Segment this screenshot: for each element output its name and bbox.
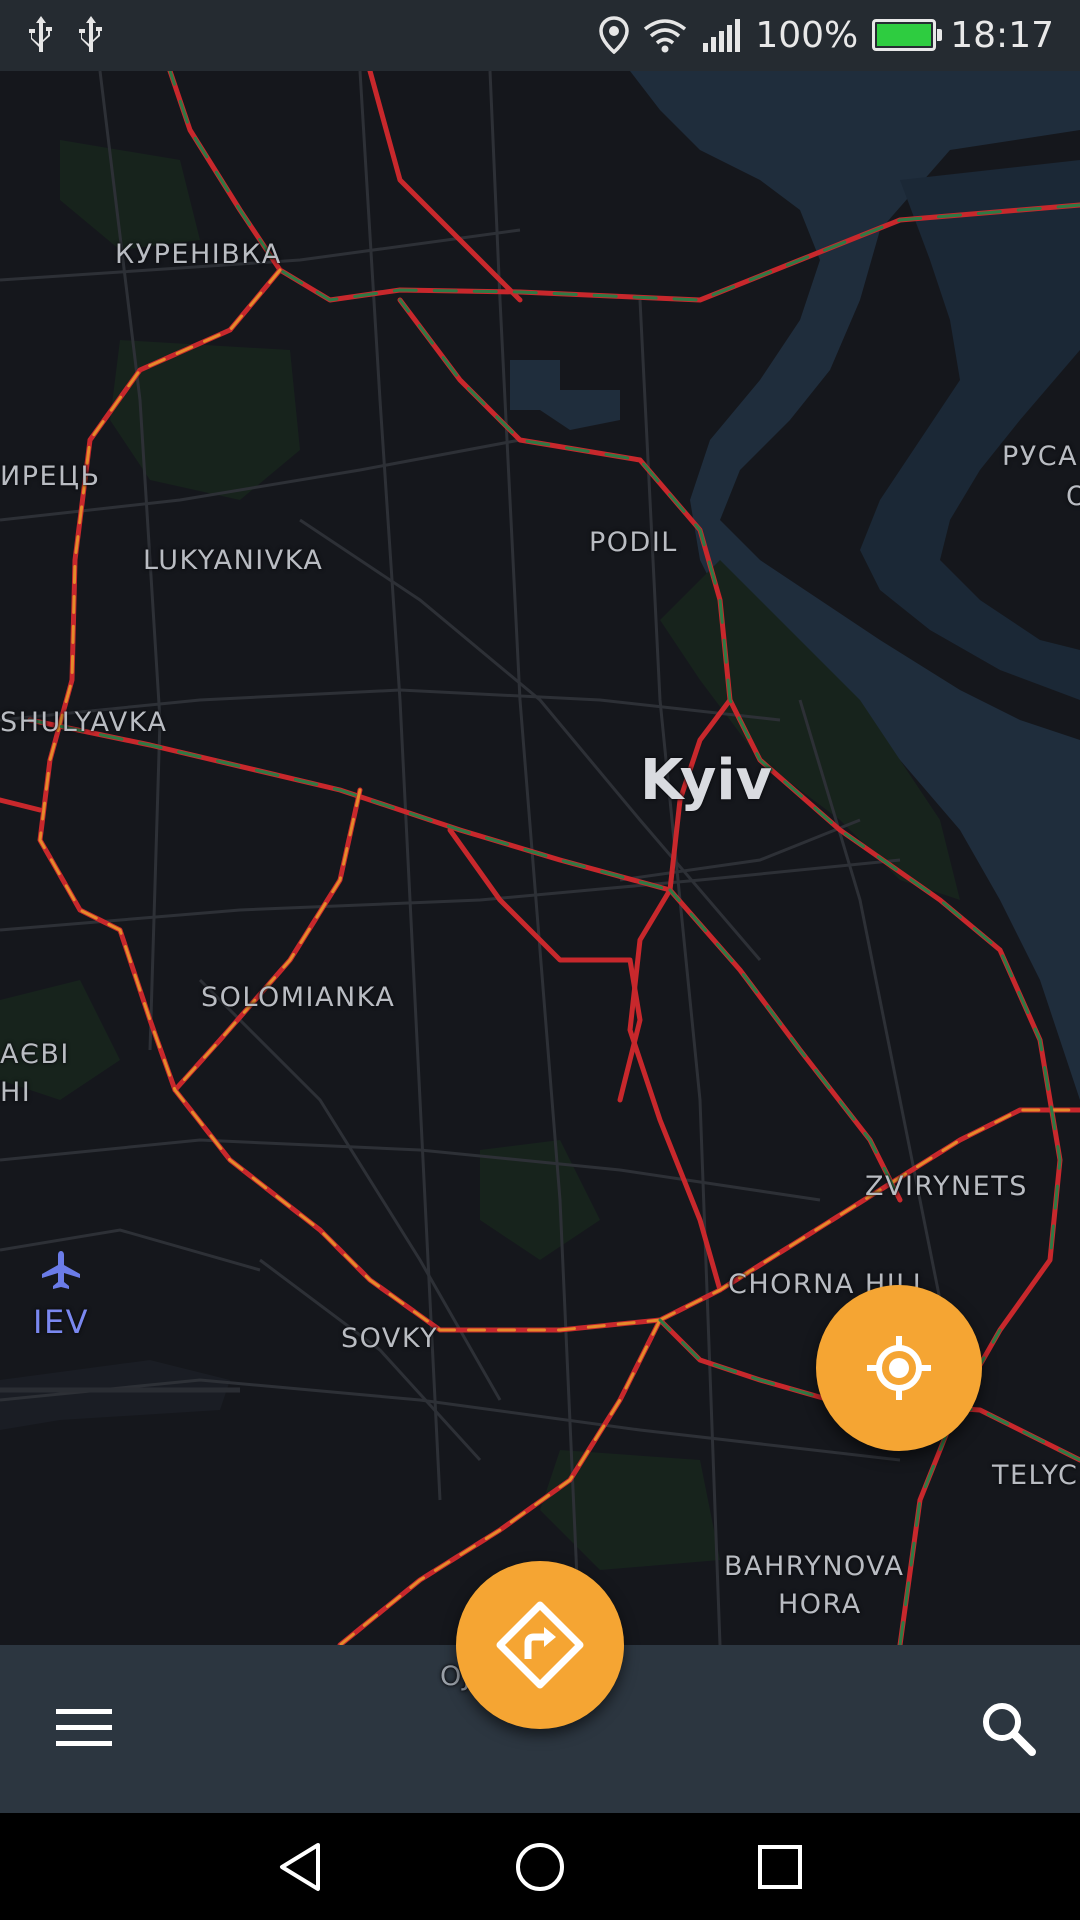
location-icon — [599, 16, 630, 54]
status-bar: 100% 18:17 — [0, 0, 1080, 71]
place-label: LUKYANIVKA — [143, 545, 324, 576]
place-label: SHULYAVKA — [0, 707, 168, 738]
usb-icon — [29, 16, 52, 52]
battery-icon — [872, 19, 943, 51]
route-sign-icon — [496, 1601, 584, 1689]
place-label: О — [1066, 481, 1080, 512]
hamburger-icon — [56, 1709, 112, 1746]
place-label: ZVIRYNETS — [865, 1171, 1028, 1202]
place-label: КУРЕНІВКА — [115, 239, 282, 270]
place-label: SOLOMIANKA — [201, 982, 396, 1013]
status-right: 100% 18:17 — [599, 10, 1054, 60]
place-label: SOVKY — [341, 1323, 439, 1354]
route-button[interactable] — [456, 1561, 624, 1729]
search-button[interactable] — [968, 1692, 1048, 1764]
wifi-icon — [644, 19, 687, 53]
battery-level-fill — [877, 24, 932, 46]
search-icon — [983, 1703, 1036, 1756]
place-label: ИРЕЦЬ — [0, 461, 101, 492]
locate-me-button[interactable] — [816, 1285, 982, 1451]
signal-icon — [703, 19, 741, 52]
place-label: TELYC — [992, 1460, 1079, 1491]
city-label: Kyiv — [640, 748, 773, 813]
nav-home-button[interactable] — [500, 1831, 580, 1903]
back-triangle-icon — [280, 1843, 320, 1891]
place-label: BAHRYNOVA — [724, 1551, 905, 1582]
home-circle-icon — [516, 1843, 564, 1891]
place-label: PODIL — [589, 527, 678, 558]
system-nav-bar — [0, 1813, 1080, 1920]
place-label: АЄВІ — [0, 1039, 70, 1070]
airport-label: IEV — [33, 1303, 90, 1341]
place-label: НІ — [0, 1077, 32, 1108]
status-left-icons — [24, 14, 108, 56]
recents-square-icon — [758, 1845, 802, 1889]
menu-button[interactable] — [44, 1692, 124, 1764]
place-label: HORA — [778, 1589, 862, 1620]
status-time: 18:17 — [950, 14, 1054, 56]
usb-icon — [79, 16, 102, 52]
battery-percent: 100% — [755, 14, 859, 56]
crosshair-icon — [867, 1336, 931, 1400]
place-label: РУСА — [1002, 441, 1079, 472]
nav-recents-button[interactable] — [740, 1831, 820, 1903]
nav-back-button[interactable] — [260, 1831, 340, 1903]
